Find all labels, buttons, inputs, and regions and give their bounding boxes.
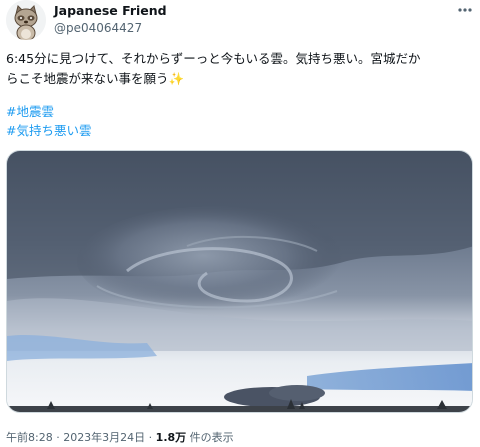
tweet-text: 6:45分に見つけて、それからずーっと今もいる雲。気持ち悪い。宮城だか らこそ地…: [6, 51, 421, 86]
more-dots-icon[interactable]: [456, 2, 474, 16]
timestamp[interactable]: 午前8:28 · 2023年3月24日 ·: [6, 431, 156, 444]
hashtag-link[interactable]: #気持ち悪い雲: [6, 121, 91, 140]
avatar[interactable]: [6, 0, 46, 40]
author-name[interactable]: Japanese Friend: [54, 3, 167, 18]
tweet-photo[interactable]: [6, 150, 473, 413]
hashtag-link[interactable]: #地震雲: [6, 102, 91, 121]
views-count: 1.8万: [155, 431, 187, 444]
author-handle[interactable]: @pe04064427: [54, 21, 142, 35]
hashtag-list: #地震雲 #気持ち悪い雲: [6, 102, 91, 140]
tanuki-avatar-icon: [6, 0, 46, 40]
views-label: 件の表示: [186, 431, 234, 444]
cloud-photo-image: [7, 151, 472, 412]
tweet-meta: 午前8:28 · 2023年3月24日 · 1.8万 件の表示: [6, 429, 234, 445]
